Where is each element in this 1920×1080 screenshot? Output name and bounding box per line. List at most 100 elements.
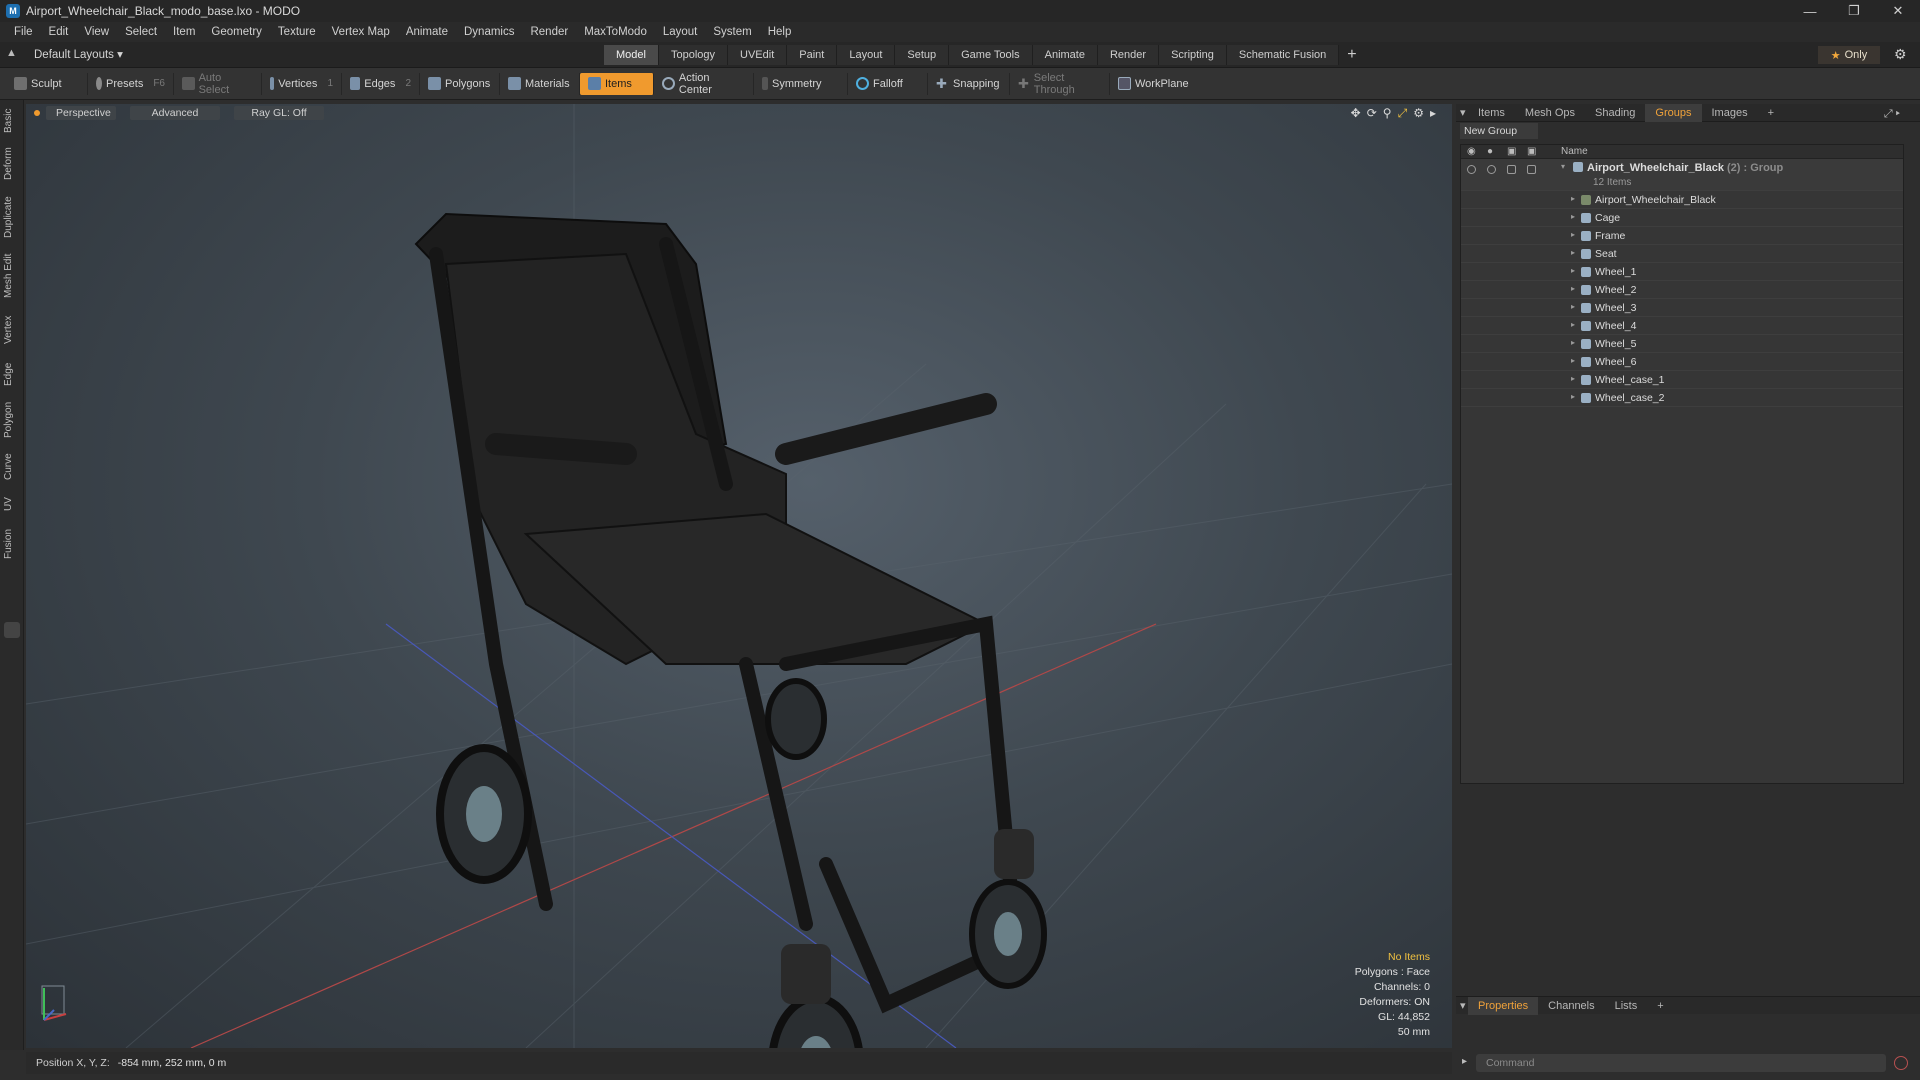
panel-toggle-icon[interactable] bbox=[4, 622, 20, 638]
tab-setup[interactable]: Setup bbox=[895, 45, 950, 65]
symmetry-button[interactable]: Symmetry bbox=[754, 72, 848, 95]
vtab-basic[interactable]: Basic bbox=[3, 106, 21, 136]
tab-channels[interactable]: Channels bbox=[1538, 997, 1604, 1015]
minimize-icon[interactable]: — bbox=[1788, 0, 1832, 22]
menu-maxtomodo[interactable]: MaxToModo bbox=[576, 26, 655, 38]
expand-arrow-icon[interactable]: ▸ bbox=[1571, 266, 1575, 275]
group-row[interactable]: ▾ Airport_Wheelchair_Black (2) : Group 1… bbox=[1461, 159, 1903, 191]
tab-groups[interactable]: Groups bbox=[1645, 103, 1702, 122]
fit-view-icon[interactable]: ⤢ bbox=[1398, 106, 1408, 121]
raygl-button[interactable]: Ray GL: Off bbox=[234, 106, 324, 120]
menu-select[interactable]: Select bbox=[117, 26, 165, 38]
tab-images[interactable]: Images bbox=[1702, 104, 1758, 122]
only-button[interactable]: ★ Only bbox=[1818, 46, 1880, 64]
lock-toggle-icon[interactable] bbox=[1507, 165, 1516, 174]
vtab-curve[interactable]: Curve bbox=[3, 450, 21, 484]
layout-toggle-icon[interactable]: ▲ bbox=[6, 47, 20, 61]
wheelchair-model[interactable] bbox=[414, 212, 1047, 1048]
list-item[interactable]: ▸ Wheel_6 bbox=[1461, 353, 1903, 371]
move-view-icon[interactable]: ✥ bbox=[1351, 106, 1361, 121]
workplane-button[interactable]: WorkPlane bbox=[1110, 73, 1200, 95]
menu-animate[interactable]: Animate bbox=[398, 26, 456, 38]
collapse-arrow-icon[interactable]: ▾ bbox=[1561, 162, 1565, 171]
zoom-view-icon[interactable]: ⚲ bbox=[1383, 106, 1392, 121]
tab-layout[interactable]: Layout bbox=[837, 45, 896, 65]
tab-paint[interactable]: Paint bbox=[787, 45, 838, 65]
list-item[interactable]: ▸ Cage bbox=[1461, 209, 1903, 227]
materials-button[interactable]: Materials bbox=[500, 72, 580, 95]
tab-shading[interactable]: Shading bbox=[1585, 104, 1645, 122]
command-run-icon[interactable] bbox=[1894, 1056, 1908, 1070]
perspective-button[interactable]: Perspective bbox=[46, 106, 116, 120]
list-item[interactable]: ▸ Seat bbox=[1461, 245, 1903, 263]
list-item[interactable]: ▸ Wheel_1 bbox=[1461, 263, 1903, 281]
add-panel-tab-icon[interactable]: + bbox=[1758, 104, 1784, 122]
select-toggle-icon[interactable] bbox=[1527, 165, 1536, 174]
menu-geometry[interactable]: Geometry bbox=[203, 26, 270, 38]
list-item[interactable]: ▸ Wheel_2 bbox=[1461, 281, 1903, 299]
tab-mesh-ops[interactable]: Mesh Ops bbox=[1515, 104, 1585, 122]
tab-model[interactable]: Model bbox=[604, 45, 659, 65]
expand-arrow-icon[interactable]: ▸ bbox=[1571, 338, 1575, 347]
list-item[interactable]: ▸ Airport_Wheelchair_Black bbox=[1461, 191, 1903, 209]
select-column-icon[interactable]: ▣ bbox=[1527, 146, 1536, 157]
layout-dropdown[interactable]: Default Layouts ▾ bbox=[34, 47, 123, 61]
tab-uvedit[interactable]: UVEdit bbox=[728, 45, 788, 65]
tab-render[interactable]: Render bbox=[1097, 45, 1160, 65]
visibility-toggle-icon[interactable] bbox=[1467, 165, 1476, 174]
menu-layout[interactable]: Layout bbox=[655, 26, 706, 38]
close-icon[interactable]: ✕ bbox=[1876, 0, 1920, 22]
list-item[interactable]: ▸ Wheel_case_2 bbox=[1461, 389, 1903, 407]
menu-view[interactable]: View bbox=[76, 26, 117, 38]
viewport-settings-icon[interactable]: ⚙ bbox=[1413, 106, 1424, 121]
viewport-menu-dot[interactable] bbox=[34, 110, 40, 116]
rotate-view-icon[interactable]: ⟳ bbox=[1367, 106, 1377, 121]
polygons-button[interactable]: Polygons bbox=[420, 72, 500, 95]
tab-items[interactable]: Items bbox=[1468, 104, 1515, 122]
menu-dynamics[interactable]: Dynamics bbox=[456, 26, 522, 38]
menu-item[interactable]: Item bbox=[165, 26, 203, 38]
list-item[interactable]: ▸ Frame bbox=[1461, 227, 1903, 245]
tab-properties[interactable]: Properties bbox=[1468, 997, 1539, 1015]
menu-render[interactable]: Render bbox=[522, 26, 576, 38]
tab-lists[interactable]: Lists bbox=[1605, 997, 1648, 1015]
select-through-button[interactable]: ✚ Select Through bbox=[1010, 72, 1110, 96]
sculpt-button[interactable]: Sculpt bbox=[6, 72, 88, 95]
expand-arrow-icon[interactable]: ▸ bbox=[1571, 374, 1575, 383]
restore-icon[interactable]: ❐ bbox=[1832, 0, 1876, 22]
items-button[interactable]: Items bbox=[580, 72, 654, 95]
tab-game-tools[interactable]: Game Tools bbox=[949, 45, 1033, 65]
add-properties-tab-icon[interactable]: + bbox=[1647, 997, 1673, 1015]
expand-arrow-icon[interactable]: ▸ bbox=[1571, 356, 1575, 365]
tab-animate[interactable]: Animate bbox=[1032, 45, 1098, 65]
menu-vertex-map[interactable]: Vertex Map bbox=[324, 26, 398, 38]
vtab-vertex[interactable]: Vertex bbox=[3, 310, 21, 350]
name-column-header[interactable]: Name bbox=[1561, 146, 1588, 157]
vtab-fusion[interactable]: Fusion bbox=[3, 524, 21, 564]
expand-arrow-icon[interactable]: ▸ bbox=[1571, 194, 1575, 203]
list-item[interactable]: ▸ Wheel_4 bbox=[1461, 317, 1903, 335]
snapping-button[interactable]: ✚ Snapping bbox=[928, 72, 1010, 95]
render-column-icon[interactable]: ● bbox=[1487, 146, 1493, 157]
menu-edit[interactable]: Edit bbox=[41, 26, 77, 38]
menu-system[interactable]: System bbox=[705, 26, 759, 38]
new-group-button[interactable]: New Group bbox=[1460, 123, 1538, 139]
render-toggle-icon[interactable] bbox=[1487, 165, 1496, 174]
tab-topology[interactable]: Topology bbox=[658, 45, 729, 65]
vtab-uv[interactable]: UV bbox=[3, 492, 21, 516]
tab-scripting[interactable]: Scripting bbox=[1159, 45, 1227, 65]
expand-arrow-icon[interactable]: ▸ bbox=[1571, 248, 1575, 257]
expand-arrow-icon[interactable]: ▸ bbox=[1571, 302, 1575, 311]
panel-menu-icon[interactable]: ▾ bbox=[1456, 104, 1468, 122]
menu-texture[interactable]: Texture bbox=[270, 26, 324, 38]
vtab-mesh-edit[interactable]: Mesh Edit bbox=[3, 250, 21, 302]
expand-arrow-icon[interactable]: ▸ bbox=[1571, 230, 1575, 239]
vtab-edge[interactable]: Edge bbox=[3, 358, 21, 390]
vertices-button[interactable]: Vertices 1 bbox=[262, 72, 342, 95]
menu-file[interactable]: File bbox=[6, 26, 41, 38]
lock-column-icon[interactable]: ▣ bbox=[1507, 146, 1516, 157]
visibility-column-icon[interactable]: ◉ bbox=[1467, 146, 1476, 157]
action-center-button[interactable]: Action Center bbox=[654, 72, 754, 96]
list-item[interactable]: ▸ Wheel_case_1 bbox=[1461, 371, 1903, 389]
expand-arrow-icon[interactable]: ▸ bbox=[1571, 284, 1575, 293]
